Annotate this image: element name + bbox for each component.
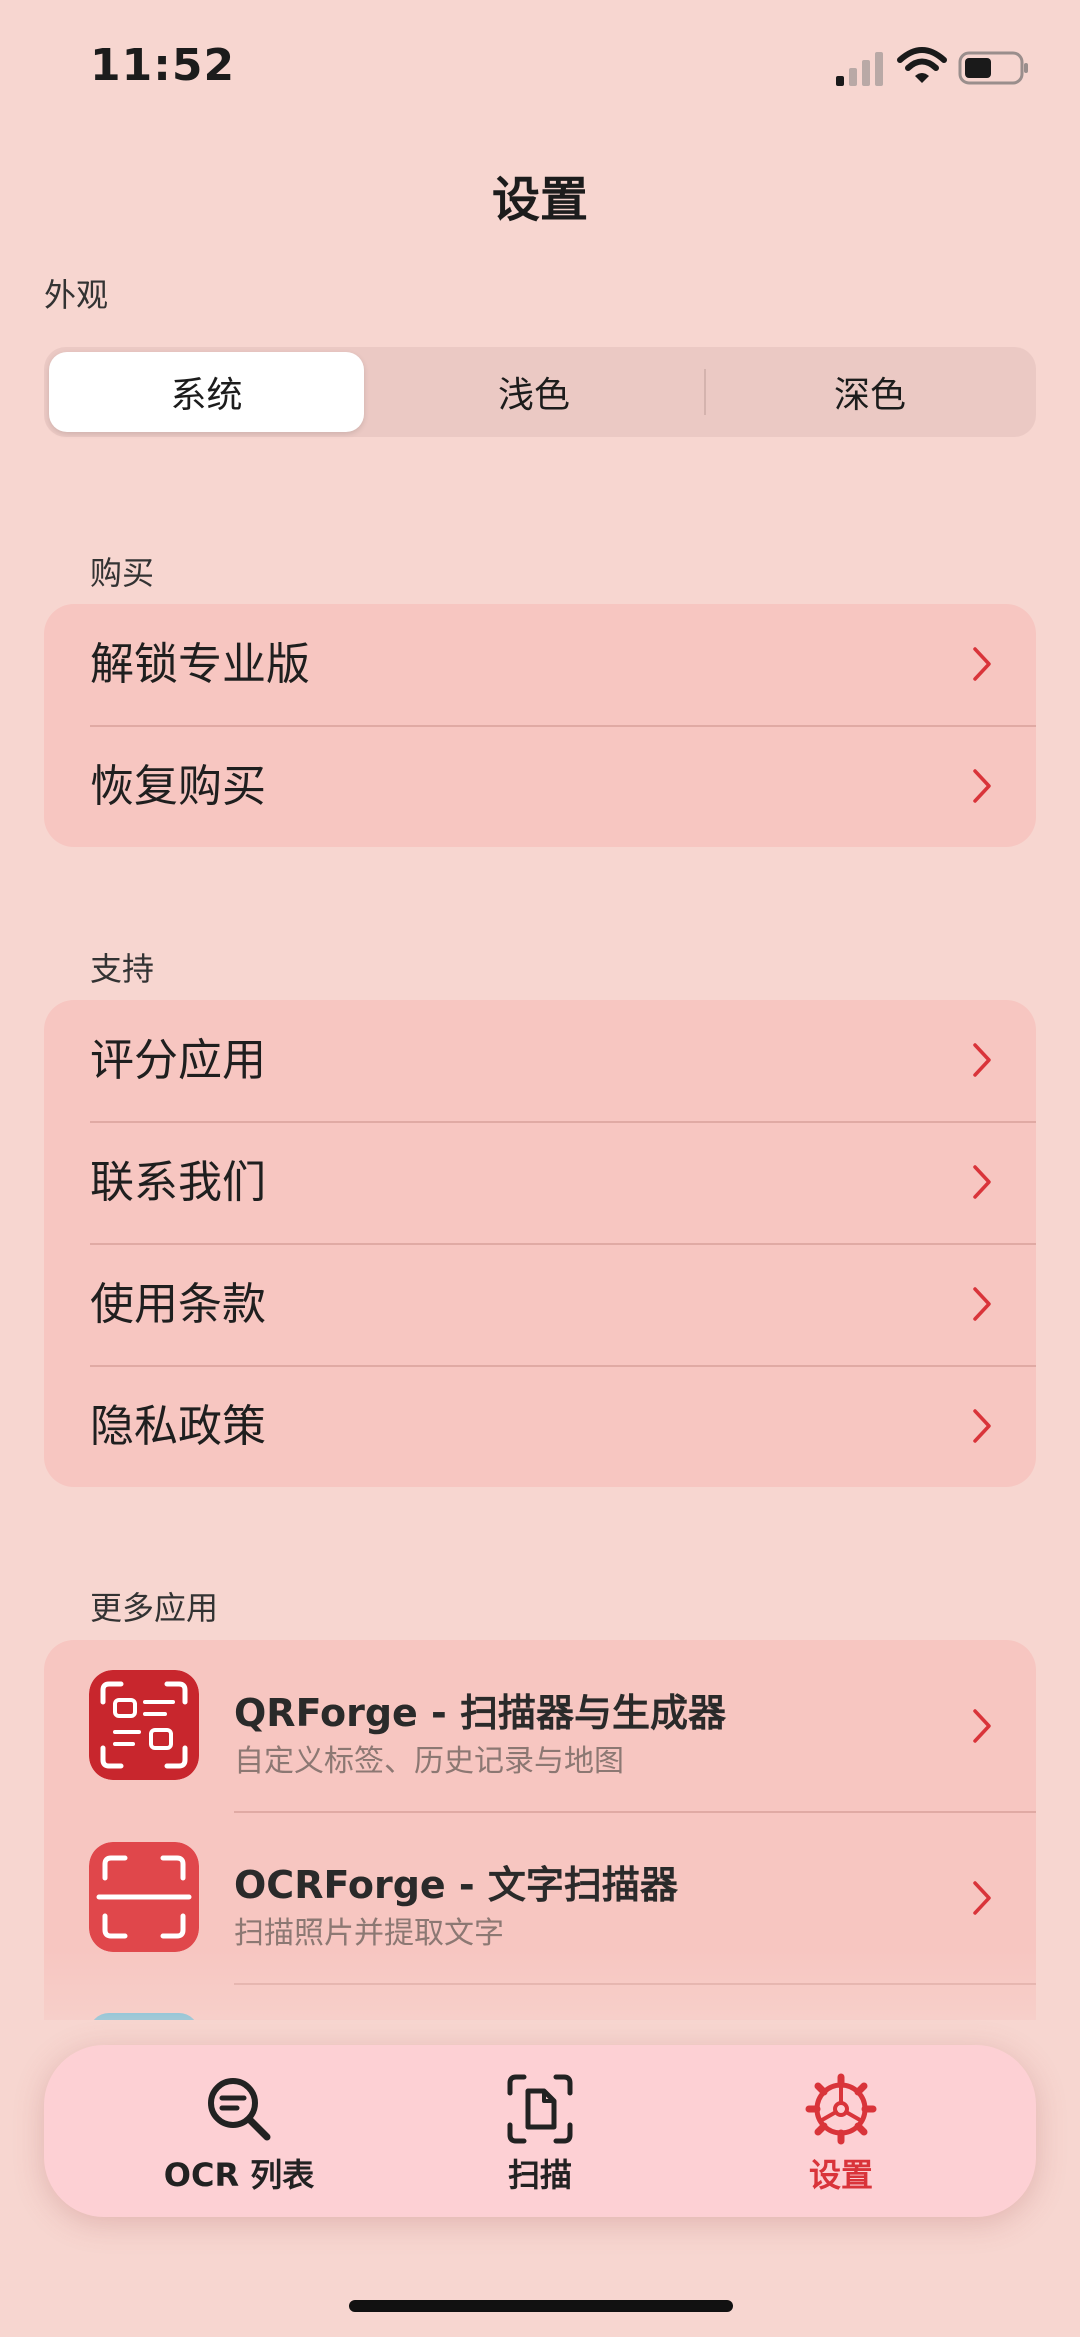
tab-ocr-list[interactable]: OCR 列表 xyxy=(89,2045,389,2217)
document-scan-icon xyxy=(507,2074,573,2144)
restore-purchase-row[interactable]: 恢复购买 xyxy=(44,726,1036,847)
row-label: 使用条款 xyxy=(90,1279,266,1330)
tab-bar: OCR 列表 扫描 设置 xyxy=(44,2045,1036,2217)
app-subtitle: 自定义标签、历史记录与地图 xyxy=(234,1744,624,1779)
battery-icon xyxy=(958,51,1028,85)
tab-settings[interactable]: 设置 xyxy=(691,2045,991,2217)
row-label: 隐私政策 xyxy=(90,1401,266,1452)
appearance-section-label: 外观 xyxy=(44,276,109,314)
privacy-policy-row[interactable]: 隐私政策 xyxy=(44,1366,1036,1487)
chevron-right-icon xyxy=(973,647,991,681)
status-bar: 11:52 xyxy=(0,0,1080,130)
segment-system[interactable]: 系统 xyxy=(49,352,364,432)
gear-icon xyxy=(805,2073,877,2145)
chevron-right-icon xyxy=(973,1709,991,1743)
purchase-section-label: 购买 xyxy=(90,554,155,592)
wifi-icon xyxy=(897,47,947,83)
chevron-right-icon xyxy=(973,1165,991,1199)
chevron-right-icon xyxy=(973,1881,991,1915)
row-label: 解锁专业版 xyxy=(90,639,310,690)
row-label: 恢复购买 xyxy=(90,761,266,812)
support-group: 评分应用 联系我们 使用条款 隐私政策 xyxy=(44,1000,1036,1487)
home-indicator xyxy=(349,2300,733,2312)
page-title: 设置 xyxy=(491,172,588,228)
support-section-label: 支持 xyxy=(90,950,155,988)
tab-label: 设置 xyxy=(808,2156,873,2194)
chevron-right-icon xyxy=(973,1409,991,1443)
segment-dark[interactable]: 深色 xyxy=(709,352,1031,432)
appearance-segmented-control: 系统 浅色 深色 xyxy=(44,347,1036,437)
segment-divider xyxy=(704,369,706,415)
purchase-group: 解锁专业版 恢复购买 xyxy=(44,604,1036,847)
terms-of-use-row[interactable]: 使用条款 xyxy=(44,1244,1036,1365)
text-scanner-app-icon xyxy=(89,1842,199,1952)
unlock-pro-row[interactable]: 解锁专业版 xyxy=(44,604,1036,725)
segment-light[interactable]: 浅色 xyxy=(374,352,694,432)
tab-scan[interactable]: 扫描 xyxy=(390,2045,690,2217)
search-text-icon xyxy=(208,2078,271,2141)
status-time: 11:52 xyxy=(90,40,236,91)
rate-app-row[interactable]: 评分应用 xyxy=(44,1000,1036,1121)
signal-icon xyxy=(836,52,883,86)
qr-code-app-icon xyxy=(89,1670,199,1780)
app-title: OCRForge - 文字扫描器 xyxy=(234,1863,678,1907)
row-label: 联系我们 xyxy=(90,1157,266,1208)
app-subtitle: 扫描照片并提取文字 xyxy=(234,1916,504,1951)
tab-label: 扫描 xyxy=(507,2156,572,2194)
row-label: 评分应用 xyxy=(90,1035,266,1086)
tab-label: OCR 列表 xyxy=(163,2156,315,2194)
contact-us-row[interactable]: 联系我们 xyxy=(44,1122,1036,1243)
app-row-qrforge[interactable]: QRForge - 扫描器与生成器 自定义标签、历史记录与地图 xyxy=(44,1640,1036,1812)
more-apps-section-label: 更多应用 xyxy=(90,1589,219,1627)
chevron-right-icon xyxy=(973,1043,991,1077)
app-title: QRForge - 扫描器与生成器 xyxy=(234,1691,727,1735)
chevron-right-icon xyxy=(973,1287,991,1321)
chevron-right-icon xyxy=(973,769,991,803)
